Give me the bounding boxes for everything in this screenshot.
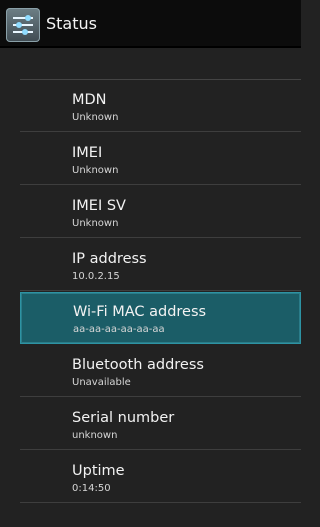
item-value: Unknown xyxy=(72,165,119,176)
item-value: Unavailable xyxy=(72,377,131,388)
settings-sliders-icon[interactable] xyxy=(6,8,40,42)
item-label: Uptime xyxy=(72,463,125,479)
item-label: IP address xyxy=(72,251,147,267)
item-label: MDN xyxy=(72,92,107,108)
item-value: Unknown xyxy=(72,112,119,123)
status-item-mdn[interactable]: MDN Unknown xyxy=(20,80,301,132)
item-value: aa-aa-aa-aa-aa-aa xyxy=(73,324,165,335)
item-value: 0:14:50 xyxy=(72,483,111,494)
item-value: Unknown xyxy=(72,218,119,229)
status-item-bluetooth-address[interactable]: Bluetooth address Unavailable xyxy=(20,345,301,397)
item-label: Wi-Fi MAC address xyxy=(73,304,207,320)
action-bar: Status xyxy=(0,0,301,48)
item-label: IMEI xyxy=(72,145,103,161)
status-item-ip-address[interactable]: IP address 10.0.2.15 xyxy=(20,239,301,291)
status-item-uptime[interactable]: Uptime 0:14:50 xyxy=(20,451,301,503)
item-label: Bluetooth address xyxy=(72,357,204,373)
status-item-wifi-mac[interactable]: Wi-Fi MAC address aa-aa-aa-aa-aa-aa xyxy=(20,292,301,344)
status-item-imei[interactable]: IMEI Unknown xyxy=(20,133,301,185)
status-item-imei-sv[interactable]: IMEI SV Unknown xyxy=(20,186,301,238)
item-label: IMEI SV xyxy=(72,198,126,214)
status-item-serial-number[interactable]: Serial number unknown xyxy=(20,398,301,450)
item-value: 10.0.2.15 xyxy=(72,271,120,282)
page-title: Status xyxy=(46,14,97,33)
item-value: unknown xyxy=(72,430,118,441)
item-label: Serial number xyxy=(72,410,175,426)
